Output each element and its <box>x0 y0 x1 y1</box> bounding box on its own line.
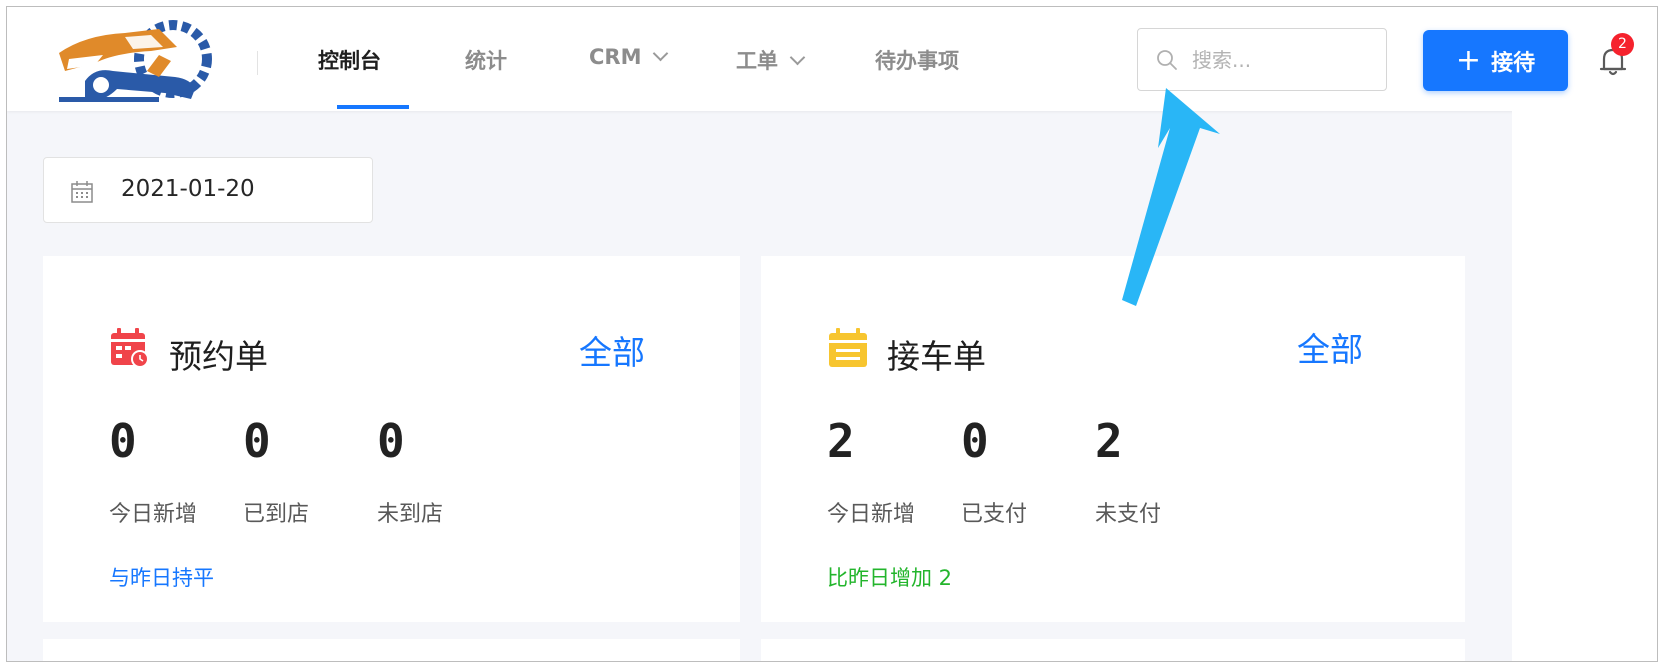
appointment-card: 预约单 全部 0 0 0 今日新增 已到店 未到店 与昨日持平 <box>43 256 740 622</box>
view-all-link[interactable]: 全部 <box>579 326 645 374</box>
lower-card-right <box>761 639 1465 661</box>
search-icon <box>1157 50 1177 70</box>
date-value: 2021-01-20 <box>121 176 255 202</box>
lower-card-left <box>43 639 740 661</box>
app-window: 控制台 统计 CRM 工单 待办事项 + 接待 <box>6 6 1658 662</box>
stat-value-new-today: 2 <box>827 414 855 468</box>
chevron-down-icon <box>653 45 669 62</box>
add-reception-button[interactable]: + 接待 <box>1423 30 1568 91</box>
stat-value-new-today: 0 <box>109 414 137 468</box>
calendar-clock-icon <box>111 328 149 368</box>
nav-crm[interactable]: CRM <box>589 45 669 75</box>
notification-badge: 2 <box>1611 33 1634 56</box>
date-picker[interactable]: 2021-01-20 <box>43 157 373 223</box>
stat-label-paid: 已支付 <box>961 502 1028 527</box>
company-logo[interactable] <box>55 15 225 105</box>
stat-label-new-today: 今日新增 <box>109 502 198 527</box>
stat-label-unpaid: 未支付 <box>1095 502 1162 527</box>
plus-icon: + <box>1455 42 1482 78</box>
nav-work-orders[interactable]: 工单 <box>736 45 806 75</box>
nav-active-indicator <box>337 105 409 109</box>
search-input[interactable] <box>1190 43 1374 77</box>
calendar-icon <box>71 181 93 203</box>
comparison-note: 比昨日增加 2 <box>827 566 953 590</box>
stat-value-arrived: 0 <box>243 414 271 468</box>
stat-value-not-arrived: 0 <box>377 414 405 468</box>
nav-statistics-label: 统计 <box>465 49 507 73</box>
view-all-link[interactable]: 全部 <box>1297 323 1363 371</box>
search-box[interactable] <box>1137 28 1387 91</box>
vehicle-intake-card: 接车单 全部 2 0 2 今日新增 已支付 未支付 比昨日增加 2 <box>761 256 1465 622</box>
stat-label-arrived: 已到店 <box>243 502 310 527</box>
add-reception-label: 接待 <box>1491 50 1536 76</box>
document-icon <box>829 328 867 367</box>
stat-label-not-arrived: 未到店 <box>377 502 444 527</box>
nav-dashboard[interactable]: 控制台 <box>318 45 381 75</box>
stat-value-paid: 0 <box>961 414 989 468</box>
nav-todo[interactable]: 待办事项 <box>875 45 959 75</box>
nav-dashboard-label: 控制台 <box>318 49 381 73</box>
nav-todo-label: 待办事项 <box>875 49 959 73</box>
stat-value-unpaid: 2 <box>1095 414 1123 468</box>
top-navigation-bar: 控制台 统计 CRM 工单 待办事项 + 接待 <box>7 7 1657 111</box>
card-title: 接车单 <box>887 337 986 376</box>
chevron-down-icon <box>789 49 806 66</box>
logo-divider <box>257 51 258 75</box>
nav-work-orders-label: 工单 <box>736 49 778 73</box>
comparison-note: 与昨日持平 <box>109 566 214 590</box>
card-title: 预约单 <box>169 337 268 376</box>
stat-label-new-today: 今日新增 <box>827 502 916 527</box>
nav-crm-label: CRM <box>589 45 642 69</box>
nav-statistics[interactable]: 统计 <box>465 45 507 75</box>
right-panel-blank <box>1512 111 1657 661</box>
